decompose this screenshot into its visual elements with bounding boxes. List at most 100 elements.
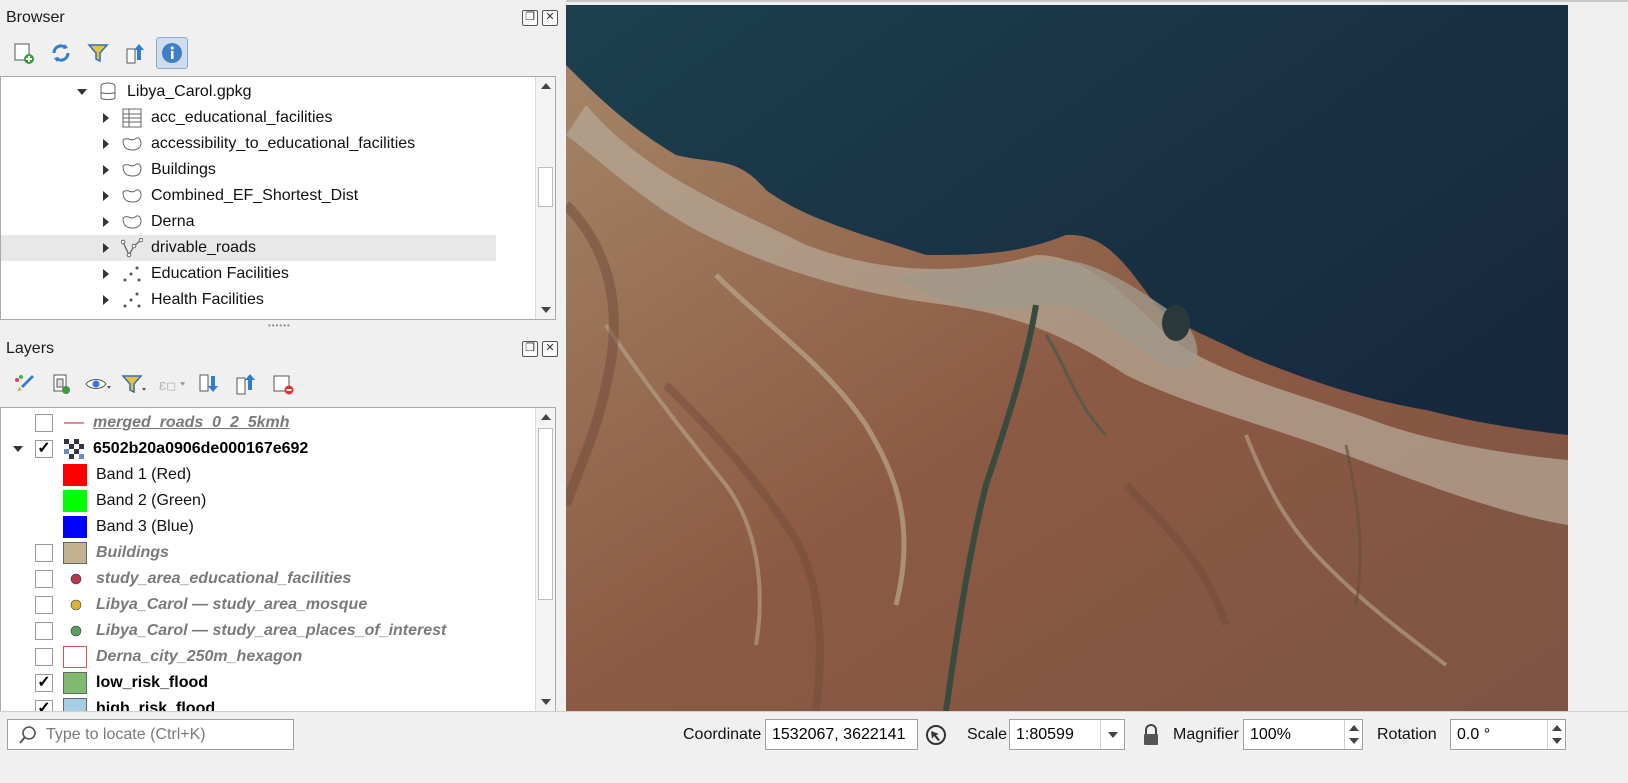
- scale-combo[interactable]: 1:80599: [1009, 719, 1125, 750]
- tree-item-health-facilities[interactable]: Health Facilities: [99, 287, 264, 313]
- tree-item-label: Libya_Carol.gpkg: [127, 83, 252, 100]
- lock-icon[interactable]: [1142, 724, 1160, 746]
- layer-visibility-checkbox[interactable]: [35, 648, 53, 666]
- properties-button[interactable]: [156, 37, 188, 69]
- expand-arrow-icon[interactable]: [99, 215, 113, 229]
- polygon-outline-icon: [63, 646, 87, 668]
- panel-splitter[interactable]: ••••••: [268, 321, 291, 330]
- magnifier-value: 100%: [1250, 725, 1291, 743]
- magnifier-spinbox[interactable]: 100%: [1243, 719, 1363, 750]
- layer-visibility-checkbox[interactable]: [35, 596, 53, 614]
- layer-study-area-mosque[interactable]: Libya_Carol — study_area_mosque: [35, 592, 367, 618]
- expand-arrow-icon[interactable]: [99, 189, 113, 203]
- layer-visibility-checkbox[interactable]: [35, 622, 53, 640]
- legend-band-1: Band 1 (Red): [63, 462, 191, 488]
- rotation-value: 0.0 °: [1457, 725, 1491, 743]
- scroll-thumb[interactable]: [538, 167, 553, 207]
- band-green-swatch: [63, 490, 87, 512]
- layer-visibility-checkbox[interactable]: [35, 414, 53, 432]
- band-blue-swatch: [63, 516, 87, 538]
- add-layer-icon: [14, 43, 34, 64]
- filter-icon: [121, 375, 146, 394]
- coordinate-field[interactable]: 1532067, 3622141: [765, 719, 918, 750]
- expand-arrow-icon[interactable]: [99, 111, 113, 125]
- layers-scrollbar[interactable]: [535, 408, 555, 711]
- collapse-all-button[interactable]: [119, 37, 151, 69]
- tree-item-accessibility[interactable]: accessibility_to_educational_facilities: [99, 131, 415, 157]
- magnifier-spin-buttons[interactable]: [1344, 720, 1362, 749]
- scale-dropdown-icon[interactable]: [1100, 720, 1124, 749]
- add-layer-button[interactable]: [8, 37, 40, 69]
- scroll-up-icon[interactable]: [541, 83, 551, 89]
- collapse-all-layers-button[interactable]: [230, 368, 262, 400]
- remove-layer-button[interactable]: [267, 368, 299, 400]
- expand-arrow-icon[interactable]: [99, 241, 113, 255]
- rotation-spin-buttons[interactable]: [1547, 720, 1565, 749]
- add-group-button[interactable]: [45, 368, 77, 400]
- visibility-button[interactable]: [82, 368, 114, 400]
- layer-derna-hexagon[interactable]: Derna_city_250m_hexagon: [35, 644, 302, 670]
- tree-item-derna[interactable]: Derna: [99, 209, 195, 235]
- float-panel-button[interactable]: ❐: [522, 10, 538, 26]
- layer-visibility-checkbox[interactable]: ✓: [35, 674, 53, 692]
- layer-visibility-checkbox[interactable]: [35, 570, 53, 588]
- scroll-thumb[interactable]: [538, 428, 553, 600]
- layer-study-area-educational[interactable]: study_area_educational_facilities: [35, 566, 351, 592]
- expression-filter-button[interactable]: ε: [156, 368, 188, 400]
- legend-band-2: Band 2 (Green): [63, 488, 206, 514]
- tree-item-combined-ef[interactable]: Combined_EF_Shortest_Dist: [99, 183, 358, 209]
- band-red-swatch: [63, 464, 87, 486]
- status-bar: Type to locate (Ctrl+K) Coordinate 15320…: [0, 711, 1628, 758]
- filter-legend-button[interactable]: [119, 368, 151, 400]
- left-dock: Browser ❐ ✕ Libya_Carol.gpkg acc_educati…: [0, 0, 566, 743]
- tree-item-drivable-roads[interactable]: drivable_roads: [1, 235, 496, 261]
- layer-raster-6502b20a[interactable]: ✓ 6502b20a0906de000167e692: [11, 436, 308, 462]
- refresh-button[interactable]: [45, 37, 77, 69]
- close-panel-button[interactable]: ✕: [542, 10, 558, 26]
- layer-label: 6502b20a0906de000167e692: [93, 440, 309, 457]
- add-group-icon: [53, 374, 70, 394]
- layer-visibility-checkbox[interactable]: ✓: [35, 440, 53, 458]
- browser-panel-title: Browser: [6, 9, 65, 26]
- layer-study-area-places[interactable]: Libya_Carol — study_area_places_of_inter…: [35, 618, 446, 644]
- mouse-pointer-toggle-icon[interactable]: [925, 723, 947, 747]
- tree-item-education-facilities[interactable]: Education Facilities: [99, 261, 289, 287]
- layer-low-risk-flood[interactable]: ✓ low_risk_flood: [35, 670, 208, 696]
- magnifier-label: Magnifier: [1173, 726, 1239, 743]
- expand-arrow-icon[interactable]: [75, 85, 89, 99]
- scroll-down-icon[interactable]: [541, 699, 551, 705]
- tree-item-acc-educational-facilities[interactable]: acc_educational_facilities: [99, 105, 332, 131]
- polygon-icon: [121, 133, 143, 155]
- point-symbol-icon: [65, 594, 87, 616]
- polygon-icon: [121, 159, 143, 181]
- expand-arrow-icon[interactable]: [99, 293, 113, 307]
- layer-visibility-checkbox[interactable]: [35, 544, 53, 562]
- layers-panel-title: Layers: [6, 340, 55, 357]
- locator-placeholder: Type to locate (Ctrl+K): [46, 725, 206, 743]
- tree-item-libya-carol-gpkg[interactable]: Libya_Carol.gpkg: [75, 79, 252, 105]
- close-panel-button[interactable]: ✕: [542, 341, 558, 357]
- locator-bar[interactable]: Type to locate (Ctrl+K): [7, 719, 294, 750]
- expand-all-button[interactable]: [193, 368, 225, 400]
- tree-item-buildings[interactable]: Buildings: [99, 157, 216, 183]
- filter-button[interactable]: [82, 37, 114, 69]
- browser-toolbar: [8, 37, 188, 69]
- rotation-spinbox[interactable]: 0.0 °: [1450, 719, 1566, 750]
- expand-arrow-icon[interactable]: [99, 267, 113, 281]
- point-layer-icon: [121, 263, 143, 285]
- layer-merged-roads[interactable]: merged_roads_0_2_5kmh: [35, 410, 290, 436]
- refresh-icon: [52, 44, 70, 62]
- scroll-down-icon[interactable]: [541, 307, 551, 313]
- map-canvas[interactable]: [566, 5, 1568, 711]
- layer-high-risk-flood[interactable]: ✓ high_risk_flood: [35, 696, 215, 711]
- browser-scrollbar[interactable]: [535, 77, 555, 319]
- collapse-arrow-icon[interactable]: [11, 442, 25, 456]
- style-layer-button[interactable]: [8, 368, 40, 400]
- expand-arrow-icon[interactable]: [99, 163, 113, 177]
- float-panel-button[interactable]: ❐: [522, 341, 538, 357]
- layer-buildings[interactable]: Buildings: [35, 540, 169, 566]
- database-icon: [97, 81, 119, 103]
- point-symbol-icon: [65, 568, 87, 590]
- scroll-up-icon[interactable]: [541, 414, 551, 420]
- expand-arrow-icon[interactable]: [99, 137, 113, 151]
